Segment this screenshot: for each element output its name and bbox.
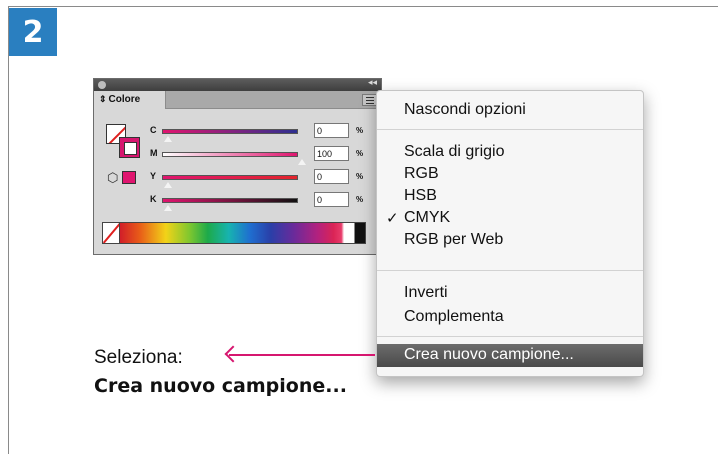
menu-item-scala-di-grigio[interactable]: Scala di grigio (377, 143, 643, 165)
panel-options-menu: Nascondi opzioni Scala di grigio RGB HSB… (376, 90, 644, 377)
callout-target-label: Crea nuovo campione... (94, 375, 347, 397)
slider-track-m[interactable] (162, 152, 298, 157)
menu-item-label: RGB per Web (404, 231, 504, 248)
menu-item-label: Complementa (404, 308, 504, 325)
value-field-y[interactable]: 0 (314, 169, 349, 184)
color-panel: ◂◂ ⇕ Colore ⬡ C 0 % M 100 % Y 0 % K 0 % (93, 78, 382, 255)
menu-separator (377, 336, 643, 337)
slider-thumb-k[interactable] (163, 204, 173, 212)
slider-thumb-y[interactable] (163, 181, 173, 189)
slider-track-c[interactable] (162, 129, 298, 134)
percent-label-k: % (356, 195, 364, 204)
menu-item-rgb[interactable]: RGB (377, 165, 643, 187)
checkmark-icon: ✓ (386, 209, 399, 227)
menu-item-crea-nuovo-campione[interactable]: Crea nuovo campione... (377, 344, 643, 367)
value-field-k[interactable]: 0 (314, 192, 349, 207)
tab-colore[interactable]: ⇕ Colore (94, 91, 166, 109)
menu-item-label: Scala di grigio (404, 143, 505, 160)
menu-item-inverti[interactable]: Inverti (377, 284, 643, 306)
menu-item-label: RGB (404, 165, 439, 182)
close-icon[interactable] (98, 81, 106, 89)
stroke-swatch[interactable] (119, 137, 140, 158)
collapse-icon[interactable]: ◂◂ (368, 78, 377, 88)
current-color-chip[interactable] (122, 171, 136, 184)
slider-letter-c: C (150, 125, 157, 135)
color-spectrum-ramp[interactable] (102, 222, 366, 244)
slider-letter-k: K (150, 194, 157, 204)
slider-row-m: M 100 % (150, 146, 380, 166)
panel-titlebar[interactable]: ◂◂ (94, 78, 381, 91)
value-field-m[interactable]: 100 (314, 146, 349, 161)
slider-row-k: K 0 % (150, 192, 380, 212)
slider-track-k[interactable] (162, 198, 298, 203)
menu-separator (377, 129, 643, 130)
percent-label-y: % (356, 172, 364, 181)
arrow-left-icon (224, 345, 242, 363)
menu-separator (377, 270, 643, 271)
slider-letter-m: M (150, 148, 158, 158)
panel-tab-bar: ⇕ Colore (94, 91, 381, 109)
percent-label-m: % (356, 149, 364, 158)
menu-item-nascondi-opzioni[interactable]: Nascondi opzioni (377, 101, 643, 123)
menu-item-rgb-per-web[interactable]: RGB per Web (377, 231, 643, 253)
tab-stepper-icon: ⇕ (99, 94, 107, 104)
slider-row-y: Y 0 % (150, 169, 380, 189)
panel-menu-button[interactable] (362, 94, 377, 106)
slider-thumb-m[interactable] (297, 158, 307, 166)
menu-item-label: HSB (404, 187, 437, 204)
menu-item-label: Inverti (404, 284, 448, 301)
slider-row-c: C 0 % (150, 123, 380, 143)
menu-item-complementa[interactable]: Complementa (377, 308, 643, 330)
slider-track-y[interactable] (162, 175, 298, 180)
percent-label-c: % (356, 126, 364, 135)
none-color-icon[interactable] (103, 223, 120, 243)
menu-item-cmyk[interactable]: ✓ CMYK (377, 209, 643, 231)
out-of-gamut-icon[interactable]: ⬡ (107, 171, 118, 186)
menu-item-label: CMYK (404, 209, 451, 226)
callout-instruction: Seleziona: (94, 347, 183, 368)
tab-label: Colore (108, 94, 141, 105)
fill-stroke-swatches (106, 124, 140, 158)
frame-left-border (8, 6, 9, 454)
menu-item-label: Crea nuovo campione... (404, 346, 574, 363)
slider-thumb-c[interactable] (163, 135, 173, 143)
value-field-c[interactable]: 0 (314, 123, 349, 138)
slider-letter-y: Y (150, 171, 157, 181)
callout-arrow-line (229, 354, 375, 356)
menu-item-label: Nascondi opzioni (404, 101, 526, 118)
step-number-badge: 2 (9, 8, 57, 56)
frame-top-border (8, 6, 718, 7)
menu-item-hsb[interactable]: HSB (377, 187, 643, 209)
